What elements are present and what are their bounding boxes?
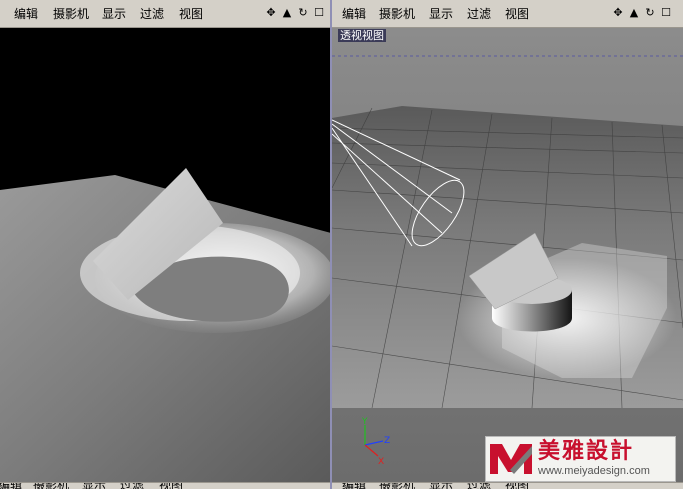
menu-view[interactable]: 视图 [505,7,529,21]
menu-edit[interactable]: 编辑 [342,7,366,21]
axis-label-z: Z [384,436,390,446]
maximize-icon[interactable]: ☐ [313,7,325,19]
menu-view[interactable]: 视图 [179,7,203,21]
zoom-icon[interactable]: ▲ [281,7,293,19]
left-bottom-menubar: 编辑 摄影机 显示 过滤 视图 [0,482,331,489]
perspective-scene: Y Z X [332,28,683,482]
left-viewport: 编辑 摄影机 显示 过滤 视图 ✥ ▲ ↻ ☐ 编辑 摄影机 显示 过滤 视图 [0,0,331,489]
render-scene [0,28,331,482]
axis-label-x: X [378,457,384,467]
watermark-name: 美雅設計 [538,438,635,464]
rotate-icon[interactable]: ↻ [297,7,309,19]
rotate-icon[interactable]: ↻ [644,7,656,19]
watermark-url: www.meiyadesign.com [538,465,650,477]
right-menubar: 编辑 摄影机 显示 过滤 视图 ✥ ▲ ↻ ☐ [332,0,683,28]
menu-display[interactable]: 显示 [429,7,453,21]
bottom-menu-edit[interactable]: 编辑 [0,483,22,489]
maximize-icon[interactable]: ☐ [660,7,672,19]
bottom-menu-view[interactable]: 视图 [159,483,183,489]
bottom-menu-edit[interactable]: 编辑 [342,483,366,489]
watermark: 美雅設計 www.meiyadesign.com [485,436,676,482]
view-label[interactable]: 透视视图 [338,29,386,42]
menu-camera[interactable]: 摄影机 [53,7,89,21]
menu-filter[interactable]: 过滤 [140,7,164,21]
menu-display[interactable]: 显示 [102,7,126,21]
right-viewport: 编辑 摄影机 显示 过滤 视图 ✥ ▲ ↻ ☐ Y Z X 透视视图 编辑 摄影… [332,0,683,489]
menu-edit[interactable]: 编辑 [14,7,38,21]
menu-filter[interactable]: 过滤 [467,7,491,21]
menu-camera[interactable]: 摄影机 [379,7,415,21]
bottom-menu-camera[interactable]: 摄影机 [379,483,415,489]
zoom-icon[interactable]: ▲ [628,7,640,19]
bottom-menu-display[interactable]: 显示 [429,483,453,489]
axis-label-y: Y [361,417,368,427]
watermark-logo-icon [490,444,532,474]
perspective-canvas[interactable]: Y Z X 透视视图 [332,28,683,482]
bottom-menu-camera[interactable]: 摄影机 [33,483,69,489]
bottom-menu-filter[interactable]: 过滤 [467,483,491,489]
move-icon[interactable]: ✥ [612,7,624,19]
move-icon[interactable]: ✥ [265,7,277,19]
bottom-menu-display[interactable]: 显示 [82,483,106,489]
bottom-menu-filter[interactable]: 过滤 [120,483,144,489]
bottom-menu-view[interactable]: 视图 [505,483,529,489]
right-bottom-menubar: 编辑 摄影机 显示 过滤 视图 [332,482,683,489]
left-menubar: 编辑 摄影机 显示 过滤 视图 ✥ ▲ ↻ ☐ [0,0,331,28]
render-canvas[interactable] [0,28,331,482]
